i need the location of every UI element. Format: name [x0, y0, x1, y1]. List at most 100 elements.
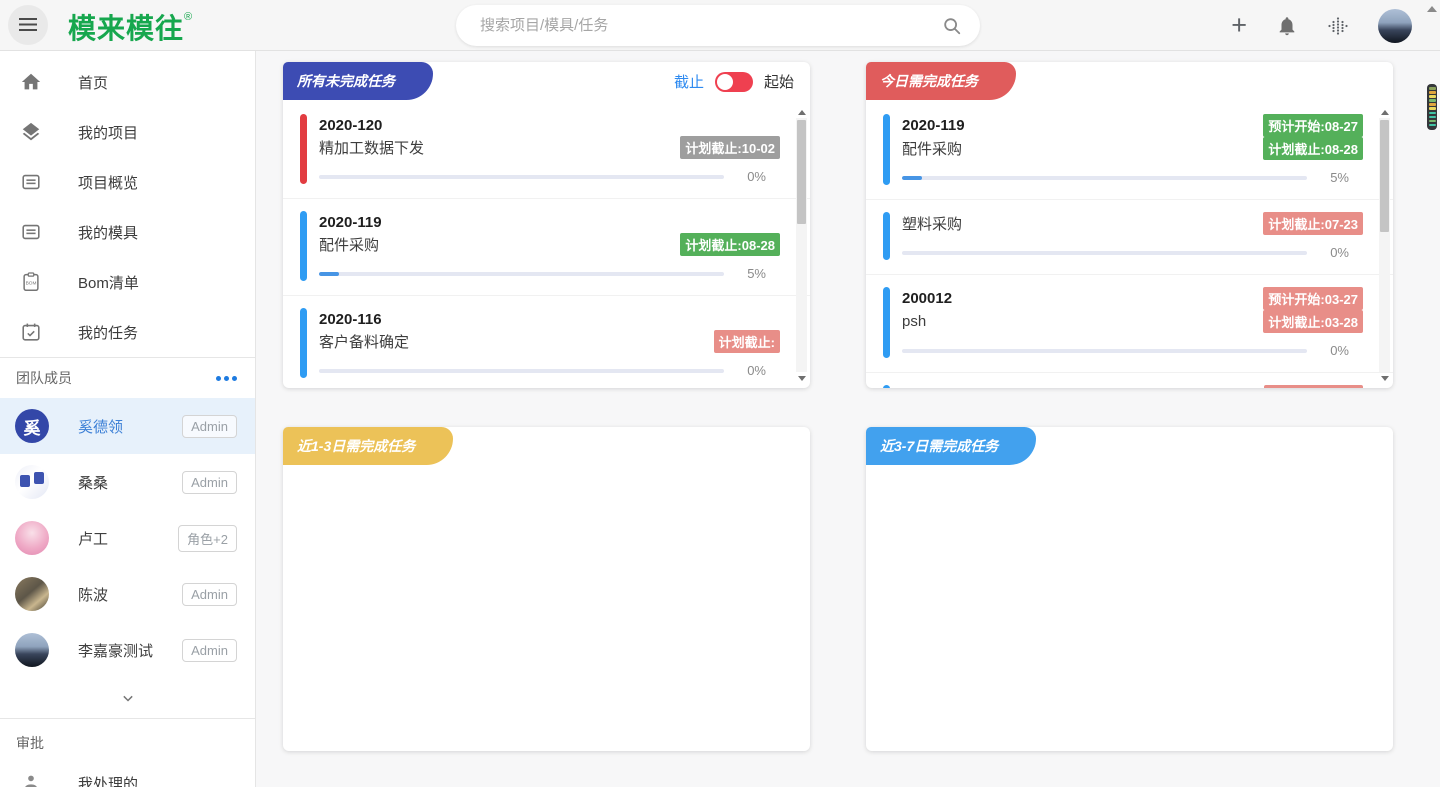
- home-icon: [17, 71, 45, 93]
- toggle-label-deadline[interactable]: 截止: [674, 71, 704, 92]
- sidebar-item-label: 项目概览: [78, 172, 138, 193]
- deadline-badge: 计划截止:: [714, 330, 780, 353]
- task-row[interactable]: 2020-119 配件采购 计划截止:08-28 5%: [283, 198, 810, 295]
- task-row[interactable]: 2020-120 精加工数据下发 计划截止:10-02 0%: [283, 102, 810, 198]
- search-input[interactable]: [456, 17, 942, 34]
- member-role-badge: Admin: [182, 639, 237, 662]
- progress-track: [902, 176, 1307, 180]
- sidebar-item-label: 我的任务: [78, 322, 138, 343]
- scroll-up-arrow[interactable]: [795, 106, 808, 118]
- member-role-badge: Admin: [182, 583, 237, 606]
- scroll-up-arrow[interactable]: [1378, 106, 1391, 118]
- sidebar-item-my-molds[interactable]: 我的模具: [0, 207, 255, 257]
- menu-button[interactable]: [8, 5, 48, 45]
- task-progress: 5%: [902, 170, 1363, 185]
- sidebar-item-my-tasks[interactable]: 我的任务: [0, 307, 255, 357]
- sidebar: 首页 我的项目 项目概览 我的模具 BOM Bom清单 我的任务 团队成员 奚 …: [0, 51, 256, 787]
- sidebar-item-my-projects[interactable]: 我的项目: [0, 107, 255, 157]
- member-avatar: 奚: [15, 409, 49, 443]
- card-scrollbar[interactable]: [1378, 106, 1391, 384]
- person-icon: [17, 773, 45, 787]
- team-member-row[interactable]: 奚 奚德领 Admin: [0, 398, 255, 454]
- card-title-ribbon: 近3-7日需完成任务: [866, 427, 1036, 465]
- member-role-badge: 角色+2: [178, 525, 237, 552]
- task-name: 配件采购: [319, 234, 379, 255]
- team-expand-button[interactable]: [0, 678, 255, 718]
- sidebar-item-home[interactable]: 首页: [0, 57, 255, 107]
- sidebar-item-bom-list[interactable]: BOM Bom清单: [0, 257, 255, 307]
- progress-track: [902, 349, 1307, 353]
- progress-percent: 5%: [1319, 170, 1349, 185]
- sidebar-item-my-approvals[interactable]: 我处理的: [0, 759, 255, 787]
- scrollbar-track[interactable]: [1379, 118, 1390, 372]
- scrollbar-thumb[interactable]: [797, 120, 806, 224]
- task-row[interactable]: 200012 预计开始:03-27 psh 计划截止:03-28 0%: [866, 274, 1393, 372]
- card-tasks-3-7-days: 近3-7日需完成任务: [866, 427, 1393, 751]
- card-scrollbar[interactable]: [795, 106, 808, 384]
- svg-text:BOM: BOM: [26, 280, 37, 286]
- bell-icon: [1276, 15, 1298, 37]
- member-avatar: [15, 633, 49, 667]
- card-lines-icon: [17, 221, 45, 243]
- member-role-badge: Admin: [182, 471, 237, 494]
- task-row[interactable]: 2020-119 预计开始:08-27 配件采购 计划截止:08-28 5%: [866, 102, 1393, 199]
- search-icon[interactable]: [942, 16, 962, 36]
- scrollbar-track[interactable]: [796, 118, 807, 372]
- member-avatar: [15, 521, 49, 555]
- task-progress: 0%: [902, 245, 1363, 260]
- scrollbar-thumb[interactable]: [1380, 120, 1389, 232]
- hamburger-icon: [19, 18, 37, 20]
- start-badge: 预计开始:03-27: [1263, 287, 1363, 310]
- member-avatar: [15, 577, 49, 611]
- notifications-button[interactable]: [1276, 15, 1298, 37]
- progress-percent: 0%: [1319, 343, 1349, 358]
- scroll-down-arrow[interactable]: [1378, 372, 1391, 384]
- progress-track: [319, 272, 724, 276]
- add-button[interactable]: +: [1231, 12, 1247, 39]
- deadline-badge: 计划截止:08-28: [680, 233, 780, 256]
- deadline-badge: 计划截止:08-28: [1263, 137, 1363, 160]
- team-member-row[interactable]: 陈波 Admin: [0, 566, 255, 622]
- team-member-row[interactable]: 李嘉豪测试 Admin: [0, 622, 255, 678]
- card-tasks-1-3-days: 近1-3日需完成任务: [283, 427, 810, 751]
- task-row[interactable]: 塑料采购 计划截止:07-23 0%: [866, 199, 1393, 274]
- task-row[interactable]: 附件测试 预计开始:03-11 粗加工 计划截止:03-11: [866, 372, 1393, 388]
- toggle-switch[interactable]: [715, 72, 753, 92]
- user-avatar[interactable]: [1378, 9, 1412, 43]
- start-badge: 预计开始:08-27: [1263, 114, 1363, 137]
- task-code: 2020-119: [902, 117, 965, 134]
- task-row[interactable]: 2020-116 客户备料确定 计划截止: 0%: [283, 295, 810, 388]
- progress-percent: 5%: [736, 266, 766, 281]
- logo-text: 模来模往: [68, 13, 184, 44]
- progress-track: [902, 251, 1307, 255]
- app-logo: 模来模往®: [68, 7, 193, 47]
- team-more-icon[interactable]: [216, 372, 237, 385]
- progress-percent: 0%: [736, 363, 766, 378]
- task-code: 2020-116: [319, 311, 382, 328]
- member-name: 李嘉豪测试: [78, 640, 153, 661]
- scroll-up-arrow[interactable]: [1427, 6, 1437, 12]
- page-scrollbar[interactable]: [1424, 0, 1440, 787]
- search-bar: [456, 5, 980, 46]
- toggle-knob: [717, 74, 733, 90]
- task-code: 200012: [902, 290, 952, 307]
- sidebar-item-project-overview[interactable]: 项目概览: [0, 157, 255, 207]
- assistant-button[interactable]: [1327, 15, 1349, 37]
- task-name: 配件采购: [902, 138, 962, 159]
- scrollbar-color-marker[interactable]: [1427, 84, 1437, 130]
- team-member-row[interactable]: 桑桑 Admin: [0, 454, 255, 510]
- start-badge: 预计开始:03-11: [1264, 385, 1363, 388]
- deadline-start-toggle-group: 截止 起始: [674, 71, 794, 92]
- team-member-row[interactable]: 卢工 角色+2: [0, 510, 255, 566]
- member-role-badge: Admin: [182, 415, 237, 438]
- toggle-label-start[interactable]: 起始: [764, 71, 794, 92]
- scroll-down-arrow[interactable]: [795, 372, 808, 384]
- card-title-ribbon: 今日需完成任务: [866, 62, 1016, 100]
- task-name: 客户备料确定: [319, 331, 409, 352]
- sidebar-item-label: 我的模具: [78, 222, 138, 243]
- task-color-bar: [300, 114, 307, 184]
- topbar: 模来模往® +: [0, 0, 1440, 51]
- team-header-label: 团队成员: [16, 368, 72, 388]
- task-progress: 5%: [319, 266, 780, 281]
- clipboard-bom-icon: BOM: [17, 271, 45, 293]
